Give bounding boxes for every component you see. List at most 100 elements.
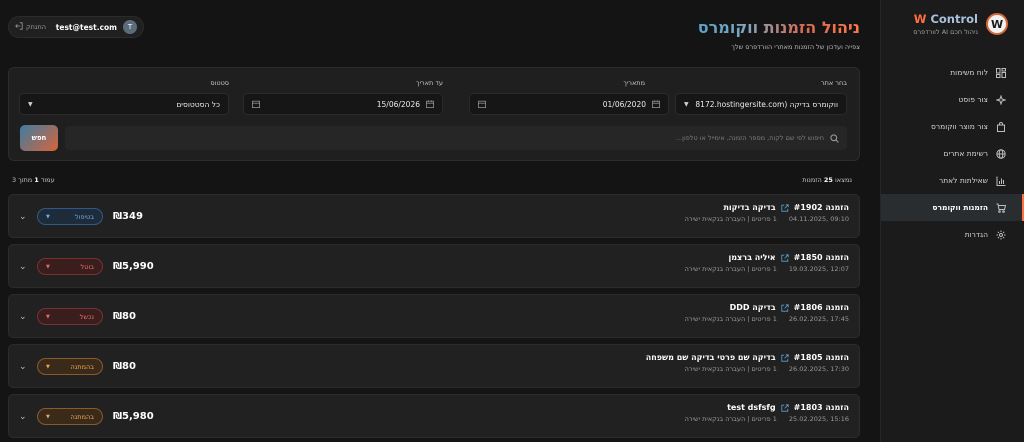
order-heading: הזמנה #1805 בדיקה שם פרטי בדיקה שם משפחה: [646, 353, 849, 362]
status-badge-label: בוטל: [80, 262, 94, 271]
order-info: הזמנה #1902 בדיקה בדיקות 04.11.2025, 09:…: [685, 203, 849, 223]
order-meta: 1 פריטים | העברה בנקאית ישירה: [684, 365, 777, 373]
brand[interactable]: W W Control ניהול חכם AI לוורדפרס: [913, 12, 1008, 36]
status-badge[interactable]: ▼ בוטל: [37, 258, 103, 275]
status-badge[interactable]: ▼ בהמתנה: [37, 408, 103, 425]
to-date-label: עד תאריך: [416, 79, 443, 87]
avatar[interactable]: T: [123, 20, 137, 34]
page-title: ניהול הזמנות ווקומרס: [697, 18, 860, 37]
status-badge[interactable]: ▼ נכשל: [37, 308, 103, 325]
dashboard-icon: [996, 67, 1006, 78]
page-middle: מתוך: [18, 176, 33, 184]
logout-button[interactable]: התנתק: [15, 22, 46, 32]
user-email: test@test.com: [55, 22, 117, 32]
order-details: 26.02.2025, 17:30 1 פריטים | העברה בנקאי…: [646, 365, 849, 373]
to-date-input[interactable]: 15/06/2026: [243, 93, 443, 115]
chevron-down-icon[interactable]: ⌄: [19, 262, 27, 272]
logout-icon: [15, 22, 23, 32]
site-select-value: ווקומרס בדיקה (caterpillar-328172.hostin…: [695, 99, 838, 109]
brand-name: W Control: [913, 12, 978, 26]
from-date-input[interactable]: 01/06/2020: [469, 93, 669, 115]
status-select[interactable]: כל הסטטוסים ▼: [19, 93, 229, 115]
user-box: T test@test.com התנתק: [8, 16, 144, 38]
status-badge-label: בטיפול: [75, 212, 94, 221]
sidebar-item-create-product[interactable]: צור מוצר ווקומרס: [881, 113, 1024, 140]
order-heading: הזמנה #1806 בדיקה DDD: [685, 303, 849, 312]
status-badge-label: נכשל: [79, 312, 94, 321]
page-subtitle: צפייה ועדכון של הזמנות מאתרי הוורדפרס של…: [731, 43, 860, 51]
bag-icon: [996, 121, 1006, 132]
status-label: סטטוס: [210, 79, 229, 87]
order-actions: ⌄ ▼ בהמתנה ₪80: [19, 358, 136, 375]
external-link-icon[interactable]: [781, 353, 789, 362]
chevron-down-icon[interactable]: ⌄: [19, 412, 27, 422]
brand-text: W Control ניהול חכם AI לוורדפרס: [913, 12, 978, 36]
external-link-icon[interactable]: [781, 253, 789, 262]
sidebar-item-sites[interactable]: רשימת אתרים: [881, 140, 1024, 167]
order-customer: בדיקה בדיקות: [723, 203, 776, 212]
sidebar-item-queries[interactable]: שאילתות לאתר: [881, 167, 1024, 194]
sidebar-item-settings[interactable]: הגדרות: [881, 221, 1024, 248]
order-info: הזמנה #1806 בדיקה DDD 26.02.2025, 17:45 …: [685, 303, 849, 323]
status-badge-label: בהמתנה: [70, 362, 94, 371]
order-row[interactable]: הזמנה #1803 test dsfsfg 25.02.2025, 15:1…: [8, 394, 860, 438]
order-customer: איליה ברצמן: [728, 253, 776, 262]
order-meta: 1 פריטים | העברה בנקאית ישירה: [684, 265, 777, 273]
order-info: הזמנה #1805 בדיקה שם פרטי בדיקה שם משפחה…: [646, 353, 849, 373]
from-date-label: מתאריך: [623, 79, 645, 87]
page-current: 1: [34, 176, 39, 184]
filters-panel: בחר אתר ווקומרס בדיקה (caterpillar-32817…: [8, 67, 860, 161]
external-link-icon[interactable]: [781, 403, 789, 412]
logout-label: התנתק: [26, 23, 47, 31]
order-actions: ⌄ ▼ בהמתנה ₪5,980: [19, 408, 154, 425]
order-number: הזמנה #1805: [793, 353, 849, 362]
external-link-icon[interactable]: [781, 203, 789, 212]
sidebar-item-woocommerce-orders[interactable]: הזמנות ווקומרס: [881, 194, 1024, 221]
order-customer: test dsfsfg: [727, 403, 776, 412]
external-link-icon[interactable]: [781, 303, 789, 312]
chevron-down-icon[interactable]: ⌄: [19, 212, 27, 222]
order-amount: ₪349: [113, 211, 143, 222]
calendar-icon: [426, 100, 434, 108]
brand-name-rest: Control: [926, 12, 978, 26]
order-heading: הזמנה #1850 איליה ברצמן: [685, 253, 849, 262]
sidebar-nav: לוח משימות צור פוסט צור מוצר ווקומרס רשי…: [881, 59, 1024, 248]
order-row[interactable]: הזמנה #1902 בדיקה בדיקות 04.11.2025, 09:…: [8, 194, 860, 238]
cart-icon: [996, 203, 1006, 213]
status-select-value: כל הסטטוסים: [176, 99, 220, 109]
order-date: 04.11.2025, 09:10: [788, 215, 849, 223]
order-details: 04.11.2025, 09:10 1 פריטים | העברה בנקאי…: [685, 215, 849, 223]
order-row[interactable]: הזמנה #1805 בדיקה שם פרטי בדיקה שם משפחה…: [8, 344, 860, 388]
brand-logo-icon: W: [986, 13, 1008, 35]
calendar-icon: [478, 100, 486, 108]
site-select[interactable]: ווקומרס בדיקה (caterpillar-328172.hostin…: [675, 93, 847, 115]
search-input[interactable]: [73, 134, 824, 142]
order-meta: 1 פריטים | העברה בנקאית ישירה: [684, 215, 777, 223]
order-date: 25.02.2025, 15:16: [788, 415, 849, 423]
dropdown-arrow-icon: ▼: [46, 213, 50, 220]
order-details: 25.02.2025, 15:16 1 פריטים | העברה בנקאי…: [685, 415, 849, 423]
sidebar-item-label: הגדרות: [964, 230, 988, 239]
sidebar-item-dashboard[interactable]: לוח משימות: [881, 59, 1024, 86]
order-actions: ⌄ ▼ בטיפול ₪349: [19, 208, 143, 225]
search-button[interactable]: חפש: [20, 125, 58, 151]
gear-icon: [996, 230, 1006, 240]
chevron-down-icon: ▼: [28, 100, 33, 108]
order-row[interactable]: הזמנה #1806 בדיקה DDD 26.02.2025, 17:45 …: [8, 294, 860, 338]
chevron-down-icon[interactable]: ⌄: [19, 312, 27, 322]
order-meta: 1 פריטים | העברה בנקאית ישירה: [684, 415, 777, 423]
order-amount: ₪80: [113, 311, 136, 322]
order-number: הזמנה #1850: [793, 253, 849, 262]
order-number: הזמנה #1803: [793, 403, 849, 412]
page-total: 3: [12, 176, 17, 184]
status-badge[interactable]: ▼ בהמתנה: [37, 358, 103, 375]
chevron-down-icon: ▼: [684, 100, 689, 108]
sidebar-item-create-post[interactable]: צור פוסט: [881, 86, 1024, 113]
bar-chart-icon: [996, 176, 1006, 186]
order-row[interactable]: הזמנה #1850 איליה ברצמן 19.03.2025, 12:0…: [8, 244, 860, 288]
chevron-down-icon[interactable]: ⌄: [19, 362, 27, 372]
sidebar-item-label: הזמנות ווקומרס: [932, 203, 988, 212]
results-prefix: נמצאו: [835, 176, 852, 184]
order-amount: ₪80: [113, 361, 136, 372]
status-badge[interactable]: ▼ בטיפול: [37, 208, 103, 225]
